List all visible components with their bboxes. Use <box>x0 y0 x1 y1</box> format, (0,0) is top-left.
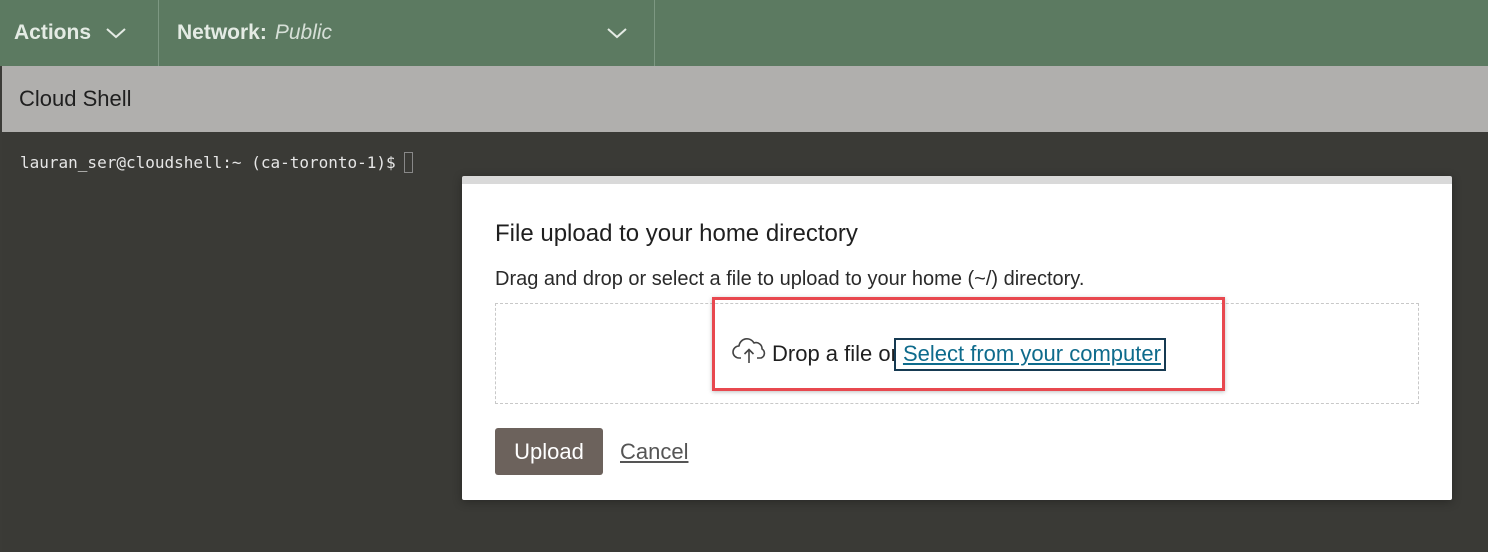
cloud-shell-title: Cloud Shell <box>19 86 132 111</box>
cancel-link[interactable]: Cancel <box>620 439 688 465</box>
dialog-title: File upload to your home directory <box>495 220 858 247</box>
actions-menu[interactable]: Actions <box>0 0 159 66</box>
drop-row: Drop a file or Select from your computer <box>732 334 1166 374</box>
network-value: Public <box>274 21 333 44</box>
select-from-computer-link[interactable]: Select from your computer <box>893 337 1166 371</box>
terminal-cursor <box>403 152 413 173</box>
cloud-shell-header: Cloud Shell <box>2 66 1488 132</box>
prompt-text: lauran_ser@cloudshell:~ (ca-toronto-1)$ <box>20 153 396 172</box>
actions-label: Actions <box>14 21 92 44</box>
drop-text: Drop a file or <box>772 341 898 366</box>
network-label: Network: <box>177 21 267 44</box>
chevron-down-icon <box>606 26 628 40</box>
dialog-description: Drag and drop or select a file to upload… <box>495 268 1085 290</box>
chevron-down-icon <box>105 26 127 40</box>
cloud-upload-icon <box>732 337 768 371</box>
network-selector[interactable]: Network: Public <box>159 0 655 66</box>
upload-button[interactable]: Upload <box>495 428 603 475</box>
file-upload-dialog: File upload to your home directory Drag … <box>462 176 1452 500</box>
top-toolbar: Actions Network: Public <box>0 0 1488 66</box>
terminal-prompt: lauran_ser@cloudshell:~ (ca-toronto-1)$ <box>20 152 413 173</box>
